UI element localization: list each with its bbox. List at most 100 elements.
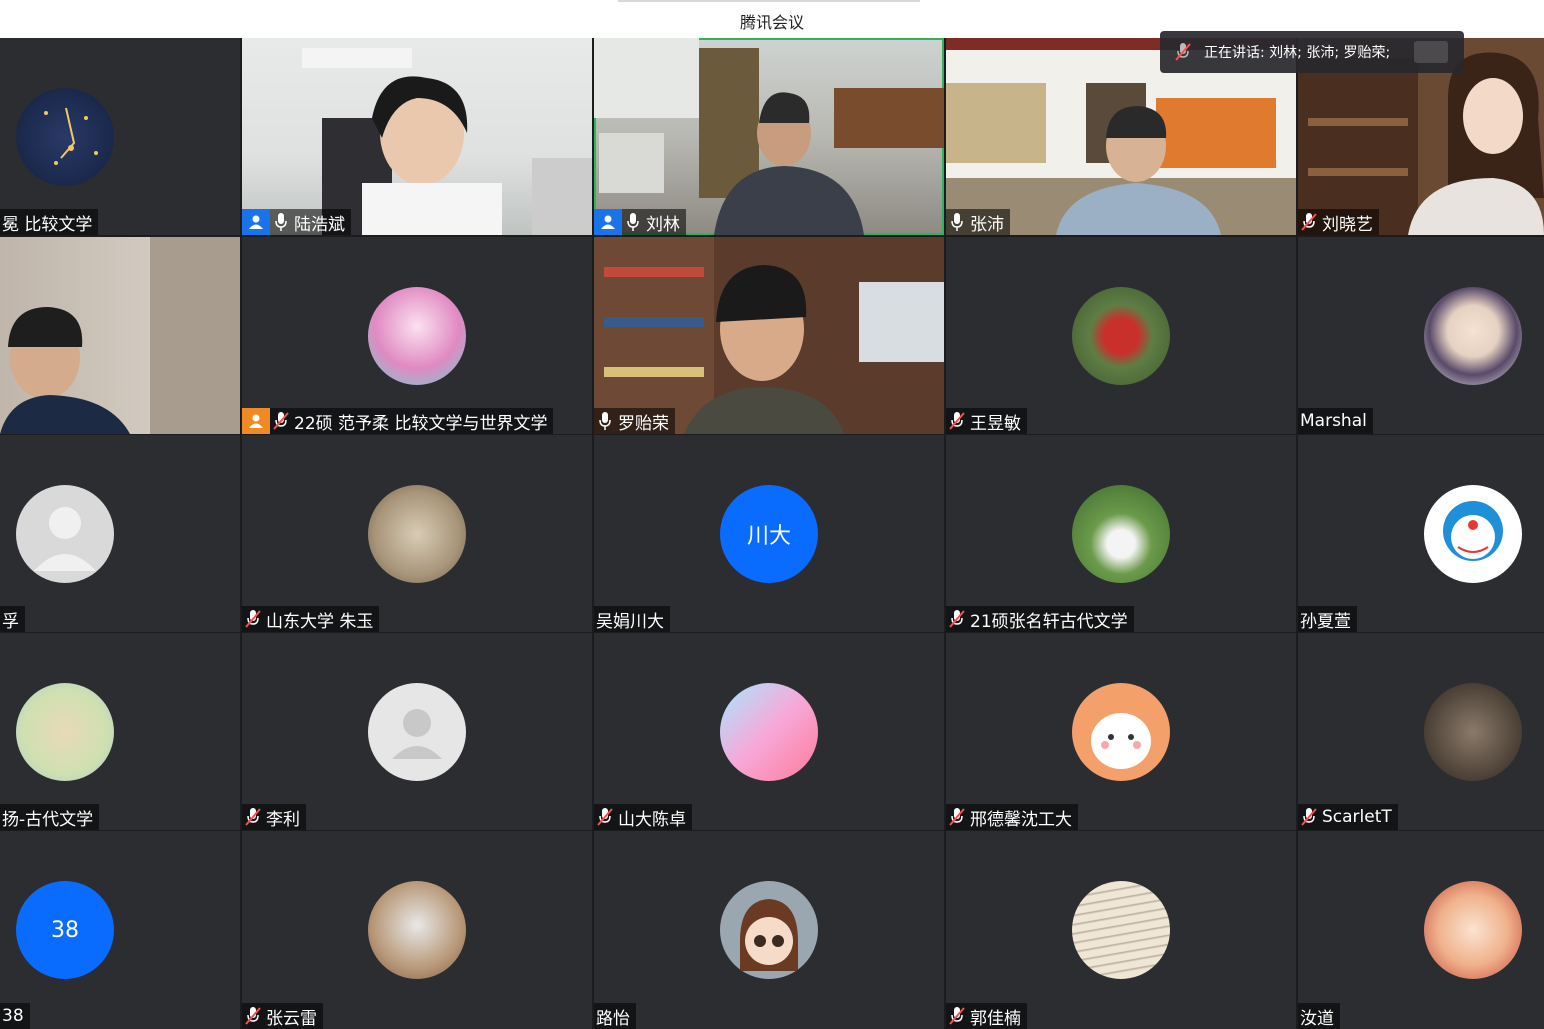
participant-tile[interactable]: 李利 [242,633,592,830]
nameplate: 吴娟川大 [594,606,670,632]
avatar [1072,881,1170,979]
nameplate: 张沛 [946,209,1010,235]
participant-name: 王昱敏 [970,413,1021,434]
default-avatar [16,484,114,583]
avatar [1072,682,1170,781]
host-icon [594,209,622,235]
nameplate: 扬-古代文学 [0,804,100,830]
nameplate: 孚 [0,606,25,632]
mic-muted-icon [242,1003,264,1029]
video-person [302,48,592,235]
nameplate: 陆浩斌 [242,209,351,235]
video-person [594,38,944,235]
mic-muted-icon [1298,804,1320,830]
participant-tile[interactable]: 22硕 范予柔 比较文学与世界文学 [242,237,592,434]
avatar [368,484,466,583]
close-banner-button[interactable] [1414,41,1448,63]
participant-tile[interactable]: 汝道 [1298,831,1544,1029]
nameplate: 22硕 范予柔 比较文学与世界文学 [242,408,554,434]
avatar [368,881,466,979]
speaking-banner: 正在讲话: 刘林; 张沛; 罗贻荣; [1160,31,1464,73]
mic-muted-icon [1172,39,1194,65]
participant-video[interactable]: 陆浩斌 [242,38,592,235]
participant-name: 刘林 [646,214,680,235]
mic-muted-icon [946,408,968,434]
participant-name: 张沛 [970,214,1004,235]
participant-name: 汝道 [1300,1008,1334,1029]
mic-muted-icon [946,804,968,830]
participant-name: ScarletT [1322,807,1392,827]
nameplate: 山大陈卓 [594,804,692,830]
participant-tile[interactable]: ScarletT [1298,633,1544,830]
participant-name: 吴娟川大 [596,611,664,632]
participant-tile[interactable]: 王昱敏 [946,237,1296,434]
participant-name: 38 [2,1006,24,1026]
participant-video[interactable]: 罗贻荣 [594,237,944,434]
participant-name: Marshal [1300,411,1367,431]
participant-name: 冕 比较文学 [2,214,93,235]
mic-muted-icon [946,606,968,632]
window-title: 腾讯会议 [739,13,804,32]
nameplate: 张云雷 [242,1003,323,1029]
participant-name: 张云雷 [266,1008,317,1029]
participant-tile[interactable]: 扬-古代文学 [0,633,240,830]
mic-icon [946,209,968,235]
participant-tile[interactable]: 郭佳楠 [946,831,1296,1029]
mic-muted-icon [242,606,264,632]
participant-video[interactable]: 刘林 [594,38,944,235]
avatar [1424,286,1522,385]
participant-tile[interactable]: 山大陈卓 [594,633,944,830]
participant-video[interactable] [0,237,240,434]
participant-tile[interactable]: 21硕张名轩古代文学 [946,435,1296,632]
participant-name: 孚 [2,611,19,632]
participant-name: 罗贻荣 [618,413,669,434]
participant-tile[interactable]: 路怡 [594,831,944,1029]
avatar [720,682,818,781]
mic-icon [594,408,616,434]
avatar [720,881,818,979]
participant-tile[interactable]: Marshal [1298,237,1544,434]
nameplate: 山东大学 朱玉 [242,606,380,632]
nameplate: 21硕张名轩古代文学 [946,606,1134,632]
participant-tile[interactable]: 川大 吴娟川大 [594,435,944,632]
host-icon [242,209,270,235]
participant-name: 李利 [266,809,300,830]
participant-name: 邢德馨沈工大 [970,809,1072,830]
nameplate: 李利 [242,804,306,830]
default-avatar [368,682,466,781]
mic-muted-icon [242,804,264,830]
participant-name: 孙夏萱 [1300,611,1351,632]
avatar [1072,286,1170,385]
participant-name: 路怡 [596,1008,630,1029]
nameplate: ScarletT [1298,804,1398,830]
drag-handle[interactable] [618,0,920,2]
video-person [594,237,944,434]
participant-tile[interactable]: 张云雷 [242,831,592,1029]
nameplate: 汝道 [1298,1003,1340,1029]
avatar [1424,682,1522,781]
avatar: 38 [16,881,114,979]
nameplate: 罗贻荣 [594,408,675,434]
participant-tile[interactable]: 山东大学 朱玉 [242,435,592,632]
avatar: 川大 [720,484,818,583]
participant-tile[interactable]: 38 38 [0,831,240,1029]
participant-name: 山东大学 朱玉 [266,611,374,632]
mic-muted-icon [594,804,616,830]
nameplate: 孙夏萱 [1298,606,1357,632]
participant-tile[interactable]: 冕 比较文学 [0,38,240,235]
avatar [16,682,114,781]
nameplate: Marshal [1298,408,1373,434]
participant-name: 刘晓艺 [1322,214,1373,235]
participant-name: 山大陈卓 [618,809,686,830]
nameplate: 刘晓艺 [1298,209,1379,235]
participant-tile[interactable]: 孙夏萱 [1298,435,1544,632]
nameplate: 路怡 [594,1003,636,1029]
participant-tile[interactable]: 邢德馨沈工大 [946,633,1296,830]
participant-name: 郭佳楠 [970,1008,1021,1029]
avatar [368,286,466,385]
nameplate: 刘林 [594,209,686,235]
participant-tile[interactable]: 孚 [0,435,240,632]
mic-muted-icon [1298,209,1320,235]
mic-icon [270,209,292,235]
nameplate: 冕 比较文学 [0,209,99,235]
